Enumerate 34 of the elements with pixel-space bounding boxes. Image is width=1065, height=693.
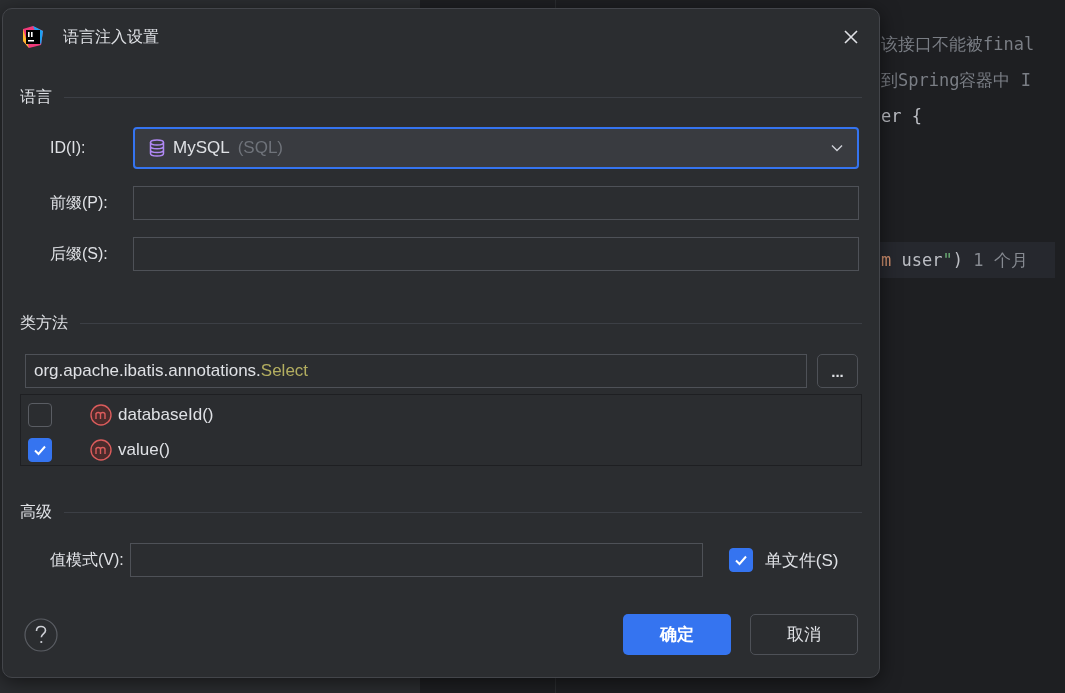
chevron-down-icon [831, 144, 843, 152]
code-line: m user") 1 个月 [881, 248, 1028, 272]
value-pattern-field[interactable] [129, 543, 703, 577]
class-name-field[interactable]: org.apache.ibatis.annotations.Select [25, 354, 807, 388]
cancel-button[interactable]: 取消 [750, 614, 858, 655]
ok-button[interactable]: 确定 [623, 614, 731, 655]
section-heading: 类方法 [20, 313, 68, 333]
method-name: databaseId() [118, 404, 214, 425]
method-checkbox[interactable] [28, 402, 52, 427]
dialog-title: 语言注入设置 [63, 26, 159, 47]
method-checkbox[interactable] [28, 437, 52, 462]
checkbox-label: 单文件(S) [764, 549, 839, 572]
method-icon [90, 403, 112, 426]
prefix-field[interactable] [133, 186, 859, 220]
section-heading: 高级 [20, 502, 52, 522]
app-logo-icon [21, 25, 45, 49]
single-file-checkbox[interactable] [728, 548, 753, 572]
method-name: value() [118, 439, 170, 460]
database-icon [149, 139, 165, 157]
browse-button[interactable]: ... [817, 354, 858, 388]
code-line: er { [881, 106, 922, 126]
field-label: 前缀(P): [50, 192, 109, 213]
method-icon [90, 438, 112, 461]
check-icon [733, 553, 748, 567]
field-label: 后缀(S): [50, 243, 109, 264]
section-heading: 语言 [20, 87, 52, 107]
close-icon [843, 29, 859, 45]
field-label: ID(I): [50, 139, 87, 157]
field-label: 值模式(V): [50, 549, 124, 570]
code-line: 该接口不能被final [881, 32, 1035, 56]
code-line: 到Spring容器中 I [881, 68, 1031, 92]
help-button[interactable] [24, 617, 58, 652]
suffix-field[interactable] [133, 237, 859, 271]
language-dropdown[interactable]: MySQL (SQL) [133, 127, 859, 169]
